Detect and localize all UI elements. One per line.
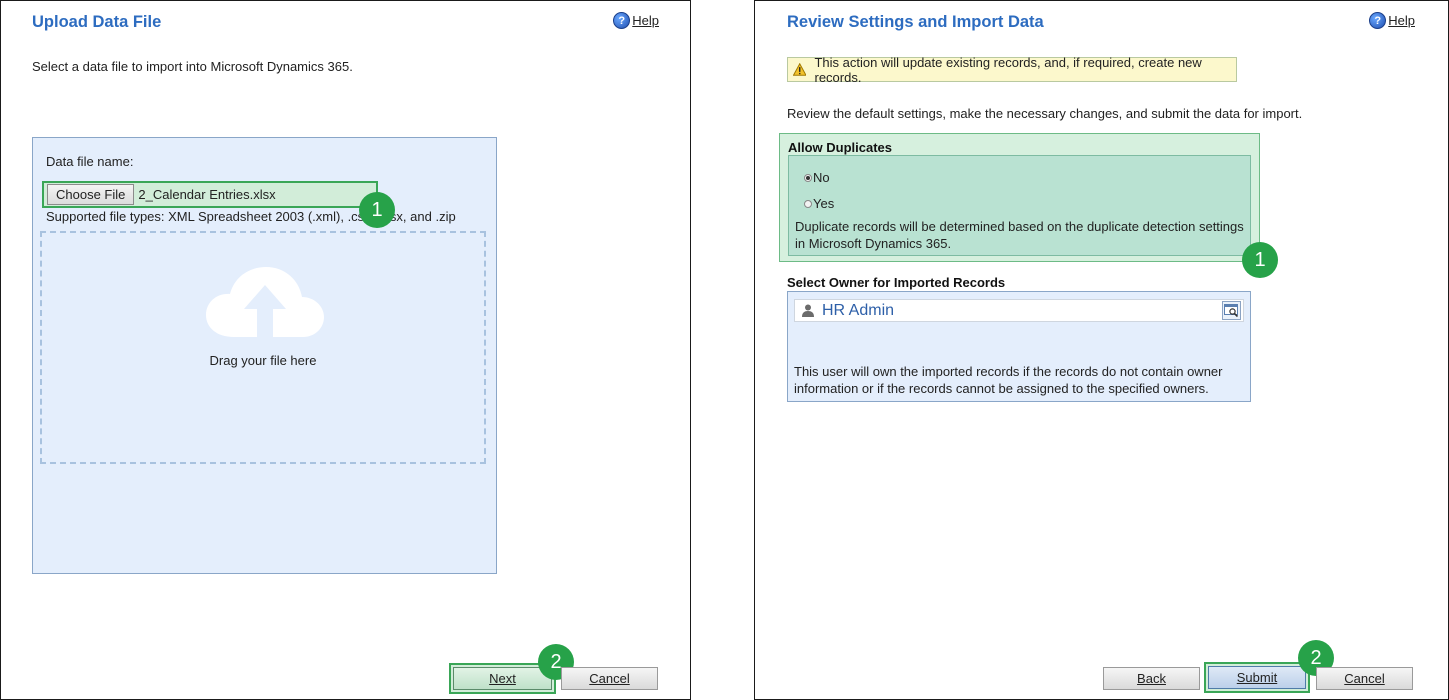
warning-text: This action will update existing records…: [814, 54, 1202, 85]
radio-no[interactable]: [804, 173, 812, 182]
radio-option-yes[interactable]: Yes: [804, 196, 834, 211]
help-icon: ?: [1369, 12, 1387, 29]
upload-data-file-panel: Upload Data File ? Help Select a data fi…: [0, 0, 691, 700]
allow-duplicates-options: No Yes Duplicate records will be determi…: [788, 155, 1251, 256]
help-link[interactable]: ? Help: [613, 12, 659, 29]
cancel-button[interactable]: Cancel: [561, 667, 658, 690]
help-link[interactable]: ? Help: [1369, 12, 1415, 29]
cloud-upload-icon: [206, 267, 324, 337]
help-icon: ?: [613, 12, 631, 29]
step-badge-1: 1: [1242, 242, 1278, 278]
selected-file-name: 2_Calendar Entries.xlsx: [138, 187, 276, 202]
step-badge-1: 1: [359, 192, 395, 228]
drag-file-text: Drag your file here: [209, 353, 317, 368]
lookup-search-icon: [1224, 304, 1239, 318]
instruction-text: Review the default settings, make the ne…: [787, 106, 1303, 121]
owner-name: HR Admin: [822, 301, 895, 319]
choose-file-button[interactable]: Choose File: [47, 184, 135, 205]
upload-box: Data file name: Choose File 2_Calendar E…: [32, 137, 497, 574]
radio-yes-label: Yes: [813, 196, 835, 211]
user-icon: [802, 304, 814, 317]
file-drop-zone[interactable]: Drag your file here: [40, 231, 486, 464]
radio-no-label: No: [813, 170, 830, 185]
help-label: Help: [1388, 13, 1415, 28]
data-file-label: Data file name:: [46, 154, 134, 169]
owner-description: This user will own the imported records …: [794, 364, 1223, 396]
submit-button[interactable]: Submit: [1208, 666, 1306, 689]
file-input[interactable]: Choose File 2_Calendar Entries.xlsx: [42, 181, 378, 208]
owner-section: HR Admin This user will own the imported…: [787, 291, 1251, 402]
lookup-search-button[interactable]: [1222, 301, 1241, 320]
review-settings-panel: Review Settings and Import Data ? Help T…: [754, 0, 1449, 700]
page-title: Review Settings and Import Data: [787, 13, 1044, 31]
warning-icon: [793, 63, 807, 76]
next-button[interactable]: Next: [453, 667, 552, 690]
instruction-text: Select a data file to import into Micros…: [32, 59, 353, 74]
owner-heading: Select Owner for Imported Records: [787, 275, 1006, 290]
duplicates-description: Duplicate records will be determined bas…: [795, 219, 1244, 251]
allow-duplicates-heading: Allow Duplicates: [788, 140, 893, 155]
cancel-button[interactable]: Cancel: [1316, 667, 1413, 690]
owner-lookup-field[interactable]: HR Admin: [794, 299, 1244, 322]
back-button[interactable]: Back: [1103, 667, 1200, 690]
allow-duplicates-section: Allow Duplicates No Yes Duplicate record…: [779, 133, 1260, 262]
warning-banner: This action will update existing records…: [787, 54, 1237, 85]
page-title: Upload Data File: [32, 13, 162, 31]
radio-option-no[interactable]: No: [804, 170, 830, 185]
help-label: Help: [632, 13, 659, 28]
radio-yes[interactable]: [804, 199, 812, 208]
